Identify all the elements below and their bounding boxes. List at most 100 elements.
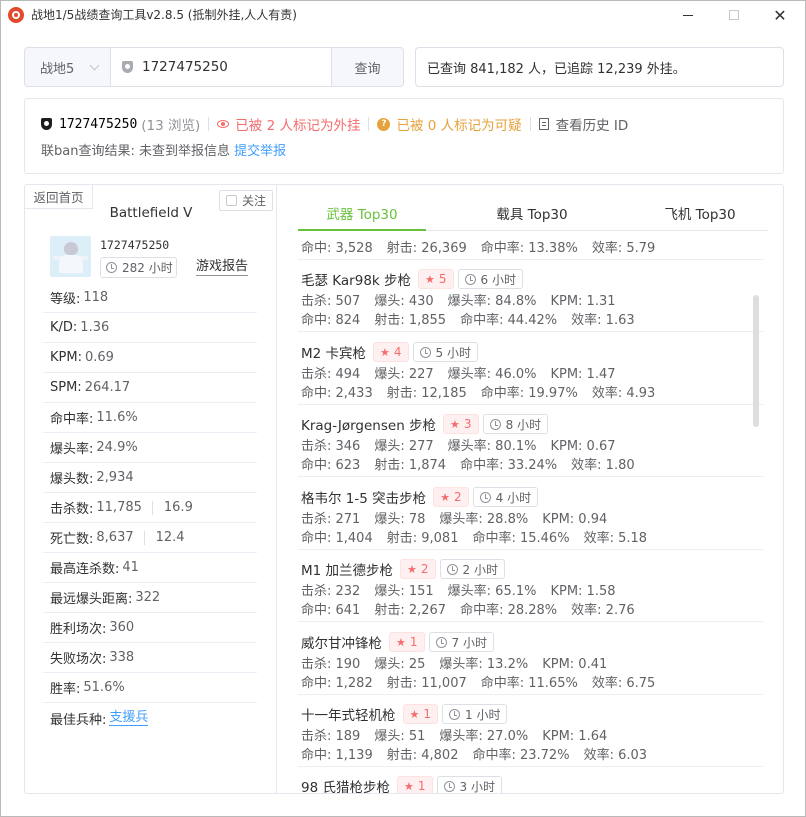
scrollbar[interactable]	[753, 295, 759, 427]
weapon-name: 十一年式轻机枪	[301, 708, 396, 724]
stat-level: 等级: 118	[43, 283, 257, 313]
playtime-tag: 282 小时	[100, 257, 177, 278]
close-button[interactable]: ✕	[757, 1, 803, 29]
weapon-accuracy: 命中率: 19.97%	[480, 386, 578, 401]
weapon-headshot-rate: 爆头率: 13.2%	[439, 657, 529, 672]
weapon-header: 98 氏猎枪步枪 ★ 1 3 小时	[301, 776, 502, 793]
weapon-line-1: 击杀: 494 爆头: 227 爆头率: 46.0% KPM: 1.47	[301, 363, 630, 382]
stat-value: 264.17	[84, 380, 131, 395]
close-icon: ✕	[773, 5, 787, 25]
weapon-list[interactable]: 命中: 3,528 射击: 26,369 命中率: 13.38% 效率: 5.79 毛…	[298, 232, 763, 793]
game-report-link[interactable]: 游戏报告	[196, 259, 249, 276]
stat-headshots: 爆头数: 2,934	[43, 463, 257, 493]
weapon-hits: 命中: 1,282	[301, 676, 373, 691]
stat-label: KPM:	[50, 350, 82, 365]
follow-checkbox[interactable]: 关注	[219, 190, 273, 211]
stat-kill-streak: 最高连杀数: 41	[43, 553, 257, 583]
star-count: 3	[463, 417, 472, 431]
maximize-button[interactable]	[711, 1, 757, 29]
weapon-name: 毛瑟 Kar98k 步枪	[301, 273, 412, 289]
weapon-header: M1 加兰德步枪 ★ 2 2 小时	[301, 559, 505, 579]
weapon-headshots: 爆头: 277	[374, 439, 434, 454]
star-icon: ★	[440, 490, 451, 504]
weapon-efficiency: 效率: 6.75	[591, 676, 656, 691]
question-icon: ?	[377, 117, 391, 131]
playtime-value: 282 小时	[122, 261, 173, 275]
ban-result-row: 联ban查询结果: 未查到举报信息 提交举报	[41, 140, 286, 159]
clock-icon	[489, 418, 501, 430]
weapon-efficiency: 效率: 6.03	[583, 748, 648, 763]
stat-label: 最远爆头距离:	[50, 592, 133, 607]
view-count: (13 浏览)	[141, 118, 201, 134]
minimize-button[interactable]	[665, 1, 711, 29]
star-count: 1	[417, 779, 426, 793]
stat-wins: 胜利场次: 360	[43, 613, 257, 643]
list-item: 格韦尔 1-5 突击步枪 ★ 2 4 小时 击杀: 271 爆头: 78 爆头率: 28.8…	[298, 478, 763, 550]
weapon-shots: 射击: 4,802	[386, 748, 459, 763]
stat-value: 51.6%	[83, 680, 125, 695]
weapon-accuracy: 命中率: 13.38%	[480, 241, 578, 256]
weapon-kpm: KPM: 0.41	[542, 657, 608, 672]
weapon-time: 8 小时	[505, 417, 542, 432]
weapon-headshots: 爆头: 227	[374, 367, 434, 382]
time-badge: 3 小时	[436, 776, 502, 793]
clock-icon	[449, 708, 461, 720]
weapon-name: 威尔甘冲锋枪	[301, 636, 382, 652]
weapon-efficiency: 效率: 1.80	[571, 458, 635, 473]
weapon-line-2: 命中: 1,139 射击: 4,802 命中率: 23.72% 效率: 6.03	[301, 744, 661, 763]
history-id-link[interactable]: 查看历史 ID	[556, 114, 629, 134]
player-info-panel: 1727475250 (13 浏览) 已被 2 人标记为外挂 ? 已被 0 人标…	[24, 98, 784, 174]
star-badge: ★ 5	[418, 269, 454, 289]
minimize-icon	[683, 14, 693, 16]
weapon-kills: 击杀: 232	[301, 584, 361, 599]
stat-kills: 击杀数: 11,785 16.9	[43, 493, 257, 523]
weapon-efficiency: 效率: 2.76	[571, 603, 635, 618]
star-badge: ★ 1	[389, 632, 425, 652]
search-input[interactable]	[111, 49, 331, 85]
best-class-link[interactable]: 支援兵	[109, 710, 149, 726]
list-item: M1 加兰德步枪 ★ 2 2 小时 击杀: 232 爆头: 151 爆头率: 65.1% KP…	[298, 550, 763, 622]
weapon-shots: 射击: 2,267	[374, 603, 447, 618]
stat-extra: 16.9	[163, 500, 193, 515]
star-icon: ★	[407, 562, 417, 576]
weapon-time: 5 小时	[435, 345, 471, 360]
history-icon	[538, 118, 549, 130]
stat-label: 击杀数:	[50, 502, 94, 517]
star-badge: ★ 1	[396, 776, 433, 793]
submit-report-link[interactable]: 提交举报	[234, 144, 286, 159]
weapon-headshots: 爆头: 78	[374, 512, 426, 527]
tab-planes[interactable]: 飞机 Top30	[636, 195, 764, 231]
star-badge: ★ 1	[402, 704, 439, 724]
weapon-headshots: 爆头: 151	[374, 584, 434, 599]
title-bar: 战地1/5战绩查询工具v2.8.5 (抵制外挂,人人有责) ✕	[1, 1, 805, 29]
stat-label: 胜率:	[50, 682, 81, 697]
weapon-shots: 射击: 1,855	[374, 313, 447, 328]
weapon-headshots: 爆头: 430	[374, 294, 434, 309]
stat-kpm: KPM: 0.69	[43, 343, 257, 373]
clock-icon	[464, 273, 476, 285]
stat-value: 11,785	[96, 500, 142, 515]
marked-suspicious-link[interactable]: 已被 0 人标记为可疑	[396, 114, 521, 134]
weapon-efficiency: 效率: 5.18	[583, 531, 648, 546]
weapon-name: 98 氏猎枪步枪	[301, 780, 390, 793]
eye-icon	[217, 120, 230, 128]
star-count: 1	[423, 707, 432, 721]
search-bar: 战地5 查询	[24, 47, 404, 87]
time-badge: 6 小时	[457, 269, 523, 289]
weapon-time: 2 小时	[462, 562, 498, 577]
weapon-header: 毛瑟 Kar98k 步枪 ★ 5 6 小时	[301, 269, 523, 289]
weapon-time: 1 小时	[465, 707, 501, 722]
chevron-down-icon	[89, 60, 100, 71]
tab-vehicles[interactable]: 载具 Top30	[468, 195, 596, 231]
tab-weapons[interactable]: 武器 Top30	[298, 195, 426, 231]
divider	[151, 500, 153, 515]
weapon-accuracy: 命中率: 44.42%	[460, 313, 558, 328]
weapon-line-2: 命中: 641 射击: 2,267 命中率: 28.28% 效率: 2.76	[301, 599, 649, 618]
weapon-hits: 命中: 623	[301, 458, 361, 473]
marked-cheater-link[interactable]: 已被 2 人标记为外挂	[235, 114, 360, 134]
stat-value: 11.6%	[96, 410, 138, 425]
weapon-header: Krag-Jørgensen 步枪 ★ 3 8 小时	[301, 414, 549, 434]
game-select[interactable]: 战地5	[25, 48, 111, 86]
weapon-accuracy: 命中率: 15.46%	[472, 531, 570, 546]
search-button[interactable]: 查询	[331, 48, 403, 86]
